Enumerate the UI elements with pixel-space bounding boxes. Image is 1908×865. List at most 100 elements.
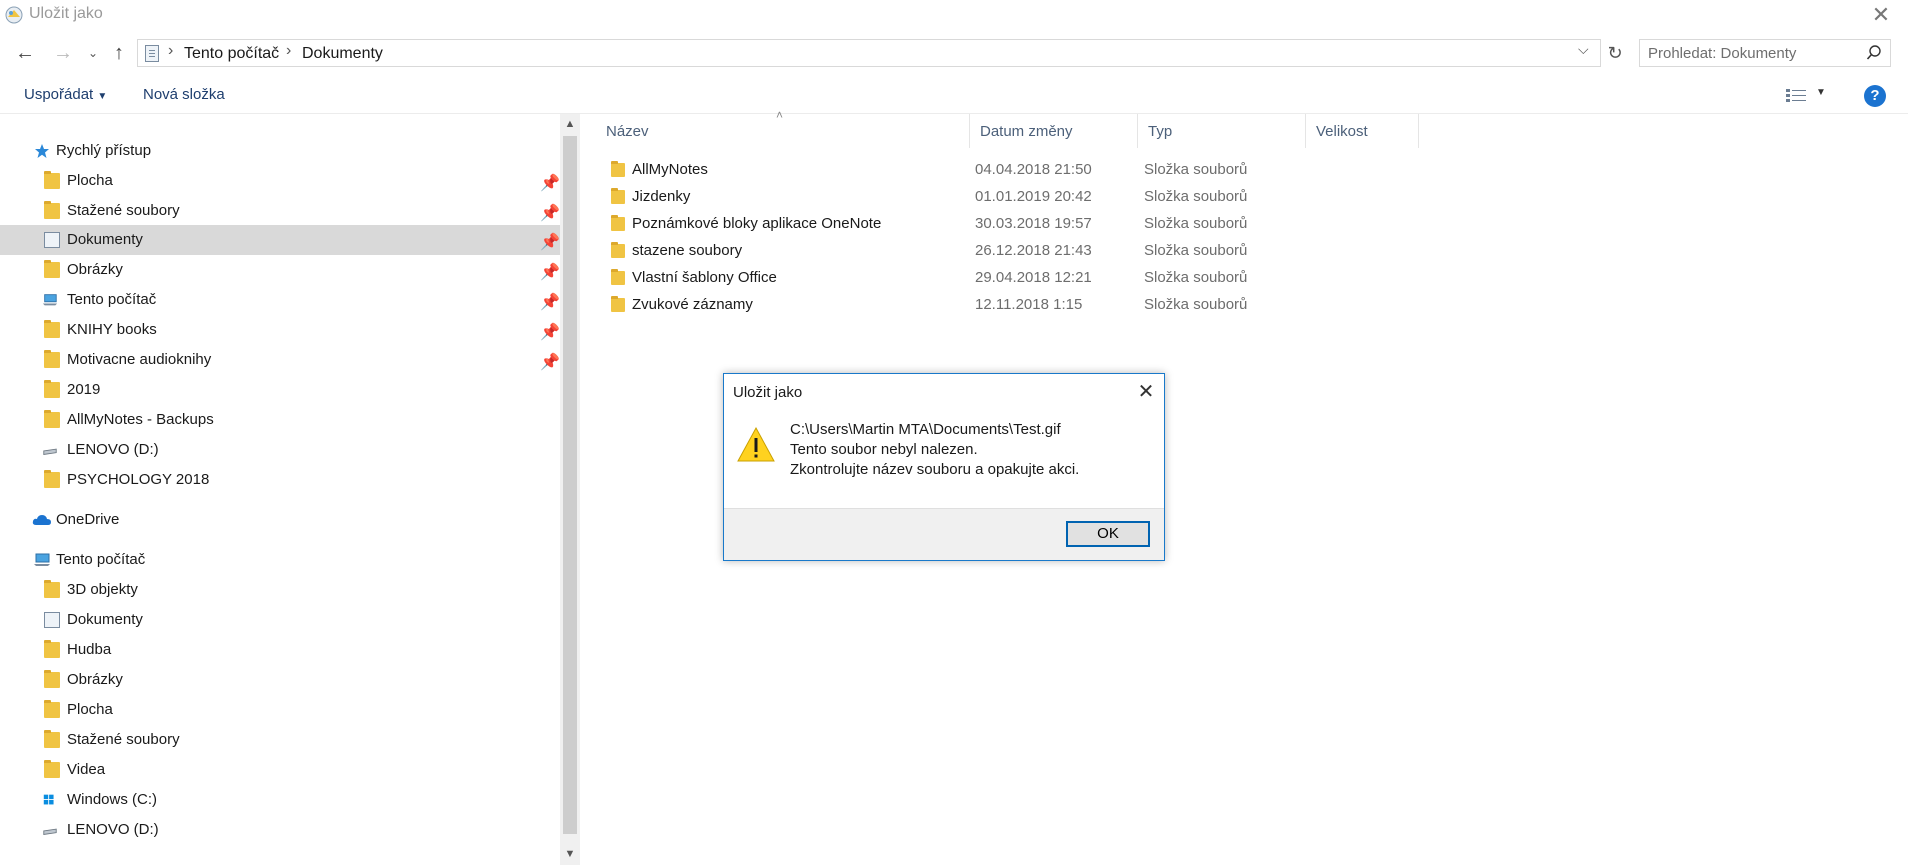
file-name: Zvukové záznamy bbox=[632, 296, 753, 313]
table-row[interactable]: Zvukové záznamy 12.11.2018 1:15 Složka s… bbox=[596, 291, 1496, 318]
breadcrumb-separator-icon[interactable]: › bbox=[286, 42, 291, 60]
sidebar-item-pc-lenovo-d[interactable]: LENOVO (D:) bbox=[0, 815, 560, 845]
sidebar-item-pc-plocha[interactable]: Plocha bbox=[0, 695, 560, 725]
sort-ascending-icon: ˄ bbox=[776, 108, 784, 122]
new-folder-button[interactable]: Nová složka bbox=[143, 86, 225, 103]
scroll-down-arrow-icon[interactable]: ▼ bbox=[560, 844, 580, 864]
pin-icon[interactable]: 📌 bbox=[540, 232, 560, 251]
pin-icon[interactable]: 📌 bbox=[540, 292, 560, 311]
sidebar-item-label: Windows (C:) bbox=[67, 791, 158, 808]
address-bar[interactable]: › Tento počítač › Dokumenty ⌵ bbox=[137, 39, 1601, 67]
sidebar-item-label: Obrázky bbox=[67, 671, 123, 688]
file-type: Složka souborů bbox=[1144, 269, 1248, 286]
sidebar-item-quick-access[interactable]: Rychlý přístup bbox=[0, 136, 560, 166]
file-type: Složka souborů bbox=[1144, 296, 1248, 313]
forward-arrow-icon[interactable]: → bbox=[50, 40, 76, 66]
pin-icon[interactable]: 📌 bbox=[540, 322, 560, 341]
window-title: Uložit jako bbox=[29, 5, 103, 22]
title-bar: Uložit jako ✕ bbox=[0, 0, 1908, 30]
dialog-footer: OK bbox=[724, 508, 1164, 560]
sidebar-item-dokumenty[interactable]: Dokumenty 📌 bbox=[0, 225, 560, 255]
ok-button[interactable]: OK bbox=[1066, 521, 1150, 547]
window-close-button[interactable]: ✕ bbox=[1868, 2, 1894, 28]
up-arrow-icon[interactable]: ↑ bbox=[106, 40, 132, 66]
sidebar-item-label: Stažené soubory bbox=[67, 202, 180, 219]
pin-icon[interactable]: 📌 bbox=[540, 173, 560, 192]
file-name: Jizdenky bbox=[632, 188, 691, 205]
sidebar-item-3d-objekty[interactable]: 3D objekty bbox=[0, 575, 560, 605]
search-placeholder[interactable]: Prohledat: Dokumenty bbox=[1648, 45, 1796, 62]
drive-icon bbox=[43, 448, 57, 455]
folder-icon bbox=[611, 188, 625, 204]
sidebar-item-label: Rychlý přístup bbox=[56, 142, 152, 159]
sidebar-item-knihy-books[interactable]: KNIHY books 📌 bbox=[0, 315, 560, 345]
sidebar-item-onedrive[interactable]: OneDrive bbox=[0, 505, 560, 535]
pin-icon[interactable]: 📌 bbox=[540, 352, 560, 371]
address-history-chevron-icon[interactable]: ⌵ bbox=[1578, 41, 1589, 58]
column-header-date[interactable]: Datum změny bbox=[970, 114, 1138, 148]
pin-icon[interactable]: 📌 bbox=[540, 262, 560, 281]
videos-folder-icon bbox=[44, 760, 60, 778]
sidebar-item-this-pc[interactable]: Tento počítač bbox=[0, 545, 560, 575]
column-header-name[interactable]: Název ˄ bbox=[596, 108, 970, 148]
scrollbar-thumb[interactable] bbox=[563, 136, 577, 834]
app-icon bbox=[5, 6, 23, 24]
dialog-close-icon[interactable]: ✕ bbox=[1134, 380, 1158, 404]
sidebar-item-pc-obrazky[interactable]: Obrázky bbox=[0, 665, 560, 695]
windows-drive-icon bbox=[43, 794, 54, 805]
table-row[interactable]: Jizdenky 01.01.2019 20:42 Složka souborů bbox=[596, 183, 1496, 210]
breadcrumb-separator-icon[interactable]: › bbox=[168, 42, 173, 60]
view-dropdown-caret-icon[interactable]: ▼ bbox=[1816, 87, 1826, 98]
sidebar-item-videa[interactable]: Videa bbox=[0, 755, 560, 785]
sidebar-item-lenovo-d[interactable]: LENOVO (D:) bbox=[0, 435, 560, 465]
sidebar-item-label: Dokumenty bbox=[67, 611, 143, 628]
pin-icon[interactable]: 📌 bbox=[540, 203, 560, 222]
breadcrumb-documents[interactable]: Dokumenty bbox=[302, 45, 383, 63]
dialog-message: Tento soubor nebyl nalezen. bbox=[790, 441, 978, 458]
navigation-scrollbar[interactable]: ▲ ▼ bbox=[560, 114, 580, 865]
arrange-menu-button[interactable]: Uspořádat ▼ bbox=[24, 86, 107, 103]
column-header-size[interactable]: Velikost bbox=[1306, 114, 1419, 148]
sidebar-item-windows-c[interactable]: Windows (C:) bbox=[0, 785, 560, 815]
pictures-folder-icon bbox=[44, 260, 60, 278]
sidebar-item-label: Videa bbox=[67, 761, 106, 778]
column-header-type[interactable]: Typ bbox=[1138, 114, 1306, 148]
sidebar-item-2019[interactable]: 2019 bbox=[0, 375, 560, 405]
back-arrow-icon[interactable]: ← bbox=[12, 40, 38, 66]
folder-icon bbox=[44, 350, 60, 368]
desktop-folder-icon bbox=[44, 171, 60, 189]
sidebar-item-label: AllMyNotes - Backups bbox=[67, 411, 214, 428]
sidebar-item-tento-pocitac[interactable]: Tento počítač 📌 bbox=[0, 285, 560, 315]
table-row[interactable]: stazene soubory 26.12.2018 21:43 Složka … bbox=[596, 237, 1496, 264]
sidebar-item-stazene-soubory[interactable]: Stažené soubory 📌 bbox=[0, 196, 560, 226]
sidebar-item-pc-stazene-soubory[interactable]: Stažené soubory bbox=[0, 725, 560, 755]
recent-locations-chevron-icon[interactable]: ⌄ bbox=[80, 40, 106, 66]
help-icon[interactable]: ? bbox=[1864, 85, 1886, 107]
sidebar-item-psychology-2018[interactable]: PSYCHOLOGY 2018 bbox=[0, 465, 560, 495]
table-row[interactable]: Poznámkové bloky aplikace OneNote 30.03.… bbox=[596, 210, 1496, 237]
folder-icon bbox=[611, 242, 625, 258]
documents-folder-icon bbox=[44, 612, 60, 628]
sidebar-item-plocha[interactable]: Plocha 📌 bbox=[0, 166, 560, 196]
sidebar-item-allmynotes-backups[interactable]: AllMyNotes - Backups bbox=[0, 405, 560, 435]
column-header-label: Velikost bbox=[1316, 123, 1368, 140]
star-icon bbox=[35, 144, 49, 158]
table-row[interactable]: Vlastní šablony Office 29.04.2018 12:21 … bbox=[596, 264, 1496, 291]
sidebar-item-pc-dokumenty[interactable]: Dokumenty bbox=[0, 605, 560, 635]
folder-icon bbox=[44, 410, 60, 428]
sidebar-item-label: Tento počítač bbox=[56, 551, 146, 568]
sidebar-item-obrazky[interactable]: Obrázky 📌 bbox=[0, 255, 560, 285]
sidebar-item-motivacne-audioknihy[interactable]: Motivacne audioknihy 📌 bbox=[0, 345, 560, 375]
file-date: 29.04.2018 12:21 bbox=[975, 269, 1092, 286]
view-options-icon[interactable] bbox=[1786, 89, 1806, 103]
column-header-label: Datum změny bbox=[980, 123, 1073, 140]
cloud-icon bbox=[32, 515, 51, 525]
search-box[interactable]: Prohledat: Dokumenty bbox=[1639, 39, 1891, 67]
scroll-up-arrow-icon[interactable]: ▲ bbox=[560, 114, 580, 134]
breadcrumb-this-pc[interactable]: Tento počítač bbox=[184, 45, 279, 63]
table-row[interactable]: AllMyNotes 04.04.2018 21:50 Složka soubo… bbox=[596, 156, 1496, 183]
sidebar-item-hudba[interactable]: Hudba bbox=[0, 635, 560, 665]
refresh-icon[interactable]: ↻ bbox=[1603, 41, 1627, 65]
search-icon[interactable] bbox=[1866, 44, 1882, 62]
caret-down-icon: ▼ bbox=[97, 91, 108, 102]
